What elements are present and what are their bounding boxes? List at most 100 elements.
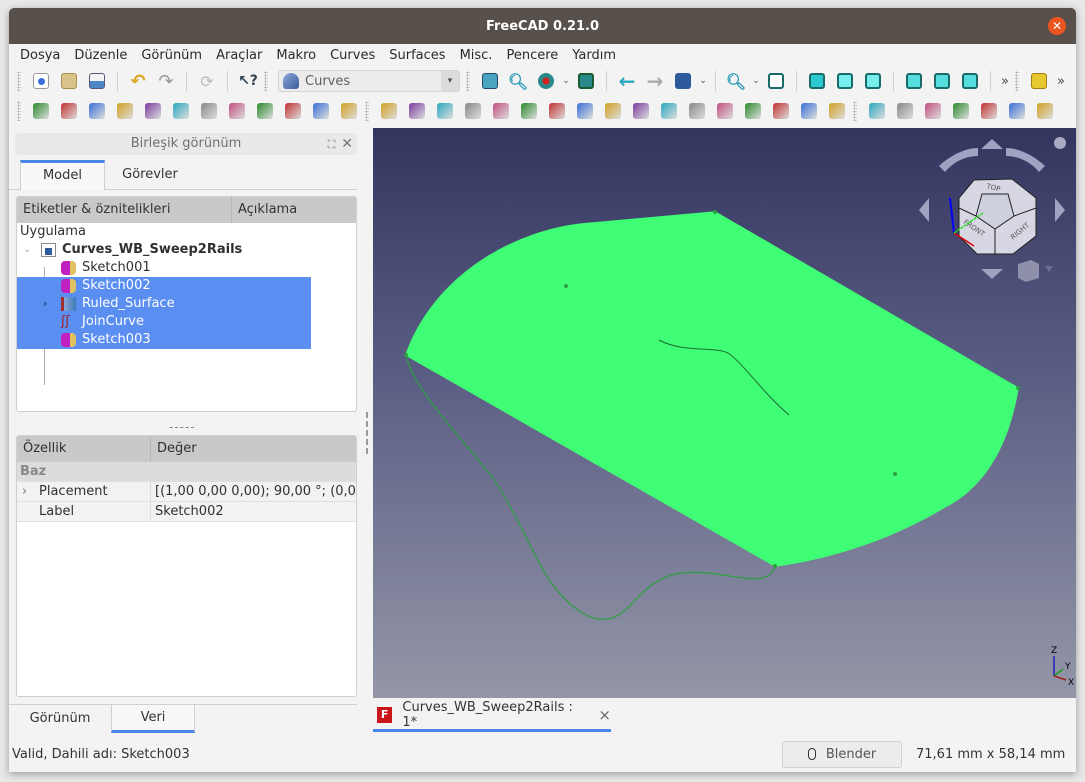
menu-pencere[interactable]: Pencere	[499, 48, 565, 63]
iso-curve-button[interactable]	[740, 99, 766, 123]
property-group-baz[interactable]: Baz	[17, 462, 356, 482]
sweep-button[interactable]	[460, 99, 486, 123]
view-menu-cube-icon[interactable]	[1018, 260, 1039, 282]
3d-viewport[interactable]: TOP FRONT RIGHT Z Y X	[373, 128, 1076, 698]
toolbar-grip[interactable]	[17, 101, 21, 121]
rotate-right-arrow[interactable]	[1055, 198, 1065, 222]
sweep2rails-button[interactable]	[572, 99, 598, 123]
chevron-down-icon[interactable]	[1045, 266, 1053, 272]
fit-all-button[interactable]	[477, 69, 503, 93]
reflect-button[interactable]	[824, 99, 850, 123]
blend-surface-button[interactable]	[516, 99, 542, 123]
menu-misc[interactable]: Misc.	[453, 48, 500, 63]
interpolate-button[interactable]	[224, 99, 250, 123]
gordon-button[interactable]	[404, 99, 430, 123]
grid-button[interactable]	[1004, 99, 1030, 123]
toolbar-grip[interactable]	[853, 101, 857, 121]
segment-button[interactable]	[252, 99, 278, 123]
line-button[interactable]	[28, 99, 54, 123]
tab-gorunum[interactable]: Görünüm	[9, 705, 111, 733]
close-panel-icon[interactable]: ✕	[341, 136, 353, 152]
tree-item-joincurve[interactable]: ʃʃ JoinCurve	[17, 313, 311, 331]
draw-style-button[interactable]	[533, 69, 559, 93]
vertex-point[interactable]	[404, 353, 408, 357]
vertex-point[interactable]	[773, 564, 777, 568]
tab-gorevler[interactable]: Görevler	[105, 160, 195, 190]
vertical-splitter-handle[interactable]	[366, 412, 369, 454]
property-row-placement[interactable]: › Placement [(1,00 0,00 0,00); 90,00 °; (…	[17, 482, 356, 502]
workbench-view-button[interactable]	[670, 69, 696, 93]
solid-button[interactable]	[920, 99, 946, 123]
menu-makro[interactable]: Makro	[269, 48, 323, 63]
float-panel-icon[interactable]: ⛶	[328, 138, 336, 151]
tree-item-sketch002[interactable]: Sketch002	[17, 277, 311, 295]
curve-button[interactable]	[56, 99, 82, 123]
rotate-ccw-arrow[interactable]	[939, 148, 978, 172]
join-curve-button[interactable]	[112, 99, 138, 123]
toolbar-overflow-button[interactable]: »	[997, 74, 1013, 89]
top-view-button[interactable]	[832, 69, 858, 93]
bottom-view-button[interactable]	[929, 69, 955, 93]
workbench-selector[interactable]: Curves ▾	[278, 70, 460, 92]
property-value[interactable]: Sketch002	[151, 502, 356, 521]
blend-curve-button[interactable]	[280, 99, 306, 123]
navigation-style-button[interactable]: Blender	[782, 740, 902, 768]
left-view-button[interactable]	[957, 69, 983, 93]
fit-selection-button[interactable]: 🔍︎	[505, 69, 531, 93]
panel-splitter[interactable]: -----	[169, 420, 196, 434]
nurbs-button[interactable]	[948, 99, 974, 123]
expand-icon[interactable]: ›	[22, 482, 27, 502]
save-button[interactable]	[84, 69, 110, 93]
menu-araclar[interactable]: Araçlar	[209, 48, 269, 63]
comb-button[interactable]	[308, 99, 334, 123]
split-face-button[interactable]	[796, 99, 822, 123]
rotate-down-arrow[interactable]	[981, 269, 1003, 279]
property-header-name[interactable]: Özellik	[17, 436, 151, 462]
map-on-face-button[interactable]	[768, 99, 794, 123]
rotate-cw-arrow[interactable]	[1006, 148, 1045, 172]
whats-this-button[interactable]: ↖?	[235, 69, 261, 93]
trim-face-button[interactable]	[712, 99, 738, 123]
menu-curves[interactable]: Curves	[323, 48, 382, 63]
tree-header-description[interactable]: Açıklama	[232, 197, 356, 223]
forward-button[interactable]: →	[642, 69, 668, 93]
menu-yardim[interactable]: Yardım	[565, 48, 623, 63]
toolbar-grip[interactable]	[466, 71, 470, 91]
box-button[interactable]	[892, 99, 918, 123]
expand-icon[interactable]: ›	[43, 295, 47, 313]
control-points-button[interactable]	[1032, 99, 1058, 123]
pipe-shell-button[interactable]	[432, 99, 458, 123]
chevron-down-icon[interactable]: ⌄	[750, 76, 762, 86]
zebra-button[interactable]	[376, 99, 402, 123]
isometric-button[interactable]	[763, 69, 789, 93]
tree-header-labels[interactable]: Etiketler & öznitelikleri	[17, 197, 232, 223]
toolbar-overflow-button[interactable]: »	[1053, 74, 1069, 89]
undo-button[interactable]: ↶	[125, 69, 151, 93]
toolbar-grip[interactable]	[365, 101, 369, 121]
vertex-point[interactable]	[564, 284, 568, 288]
menu-gorunum[interactable]: Görünüm	[134, 48, 209, 63]
rotate-up-arrow[interactable]	[981, 139, 1003, 149]
property-value[interactable]: [(1,00 0,00 0,00); 90,00 °; (0,0...	[151, 482, 356, 501]
tab-model[interactable]: Model	[20, 160, 105, 190]
split-curve-button[interactable]	[140, 99, 166, 123]
tree-item-sketch001[interactable]: Sketch001	[17, 259, 356, 277]
chevron-down-icon[interactable]: ⌄	[560, 76, 572, 86]
zoom-button[interactable]: 🔍︎	[723, 69, 749, 93]
toolbar-grip[interactable]	[264, 71, 268, 91]
menu-dosya[interactable]: Dosya	[13, 48, 67, 63]
tree-item-ruled-surface[interactable]: › Ruled_Surface	[17, 295, 311, 313]
document-tab[interactable]: F Curves_WB_Sweep2Rails : 1* ×	[373, 700, 611, 732]
navigation-cube[interactable]: TOP FRONT RIGHT	[919, 137, 1066, 282]
toolbar-grip[interactable]	[17, 71, 21, 91]
tree-item-sketch003[interactable]: Sketch003	[17, 331, 311, 349]
chevron-down-icon[interactable]: ⌄	[697, 76, 709, 86]
vertex-point[interactable]	[893, 472, 897, 476]
sketch-on-surface-button[interactable]	[84, 99, 110, 123]
open-button[interactable]	[56, 69, 82, 93]
surface-button[interactable]	[336, 99, 362, 123]
toolbar-grip[interactable]	[1014, 71, 1019, 91]
discretize-button[interactable]	[168, 99, 194, 123]
vertex-point[interactable]	[1016, 386, 1020, 390]
knot-button[interactable]	[656, 99, 682, 123]
